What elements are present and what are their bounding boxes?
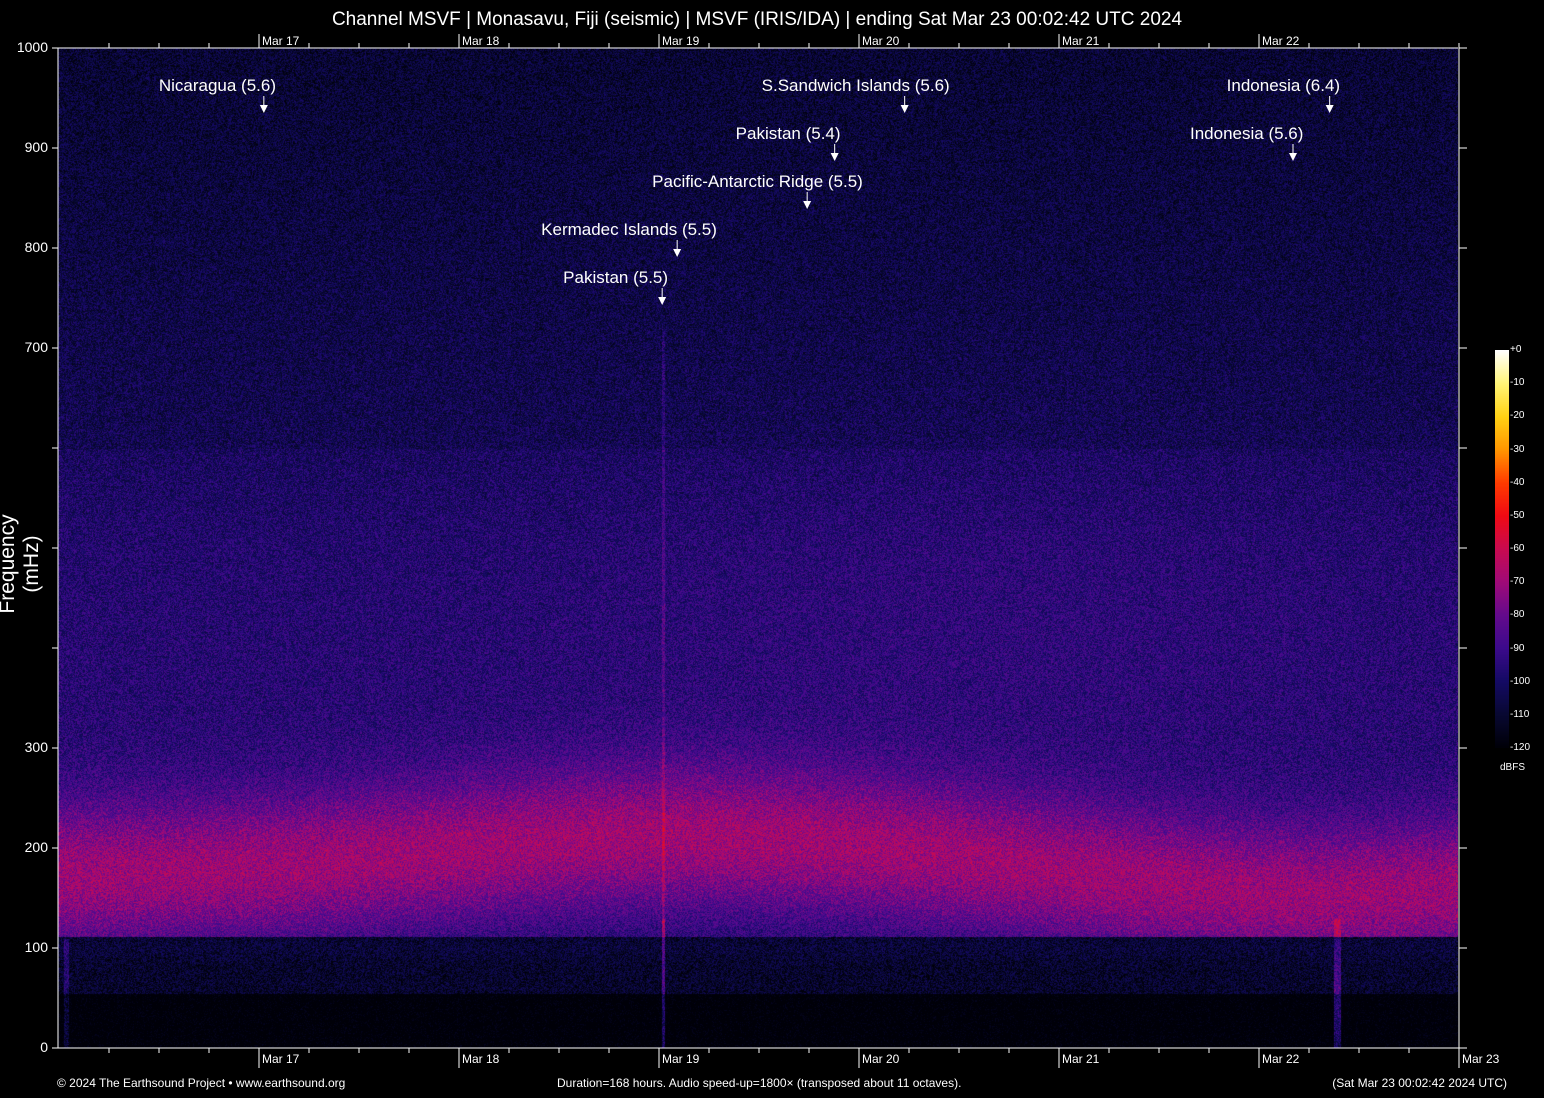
footer-copyright: © 2024 The Earthsound Project • www.eart… [57,1076,345,1090]
y-tick-label: 300 [2,739,48,755]
y-tick-label: 100 [2,939,48,955]
x-tick-label: Mar 23 [1462,1052,1499,1066]
x-tick-label-top: Mar 17 [262,34,299,48]
event-arrow-icon [831,153,839,161]
x-tick-label: Mar 20 [862,1052,899,1066]
event-label: Indonesia (5.6) [1190,124,1303,144]
colorbar-tick-label: -60 [1510,543,1524,554]
colorbar-tick-label: -120 [1510,742,1530,753]
colorbar-tick-label: -90 [1510,643,1524,654]
event-label: Pakistan (5.4) [736,124,841,144]
x-tick-label: Mar 18 [462,1052,499,1066]
event-arrow-icon [673,249,681,257]
colorbar [1495,350,1509,748]
event-label: Pakistan (5.5) [563,268,668,288]
event-arrow-icon [901,105,909,113]
axes [0,0,1544,1098]
event-label: Pacific-Antarctic Ridge (5.5) [652,172,863,192]
x-tick-label: Mar 21 [1062,1052,1099,1066]
colorbar-tick-label: +0 [1510,344,1521,355]
event-label: Indonesia (6.4) [1227,76,1340,96]
event-arrow-icon [1326,105,1334,113]
event-label: Nicaragua (5.6) [159,76,276,96]
y-tick-label: 800 [2,239,48,255]
event-arrow-icon [803,201,811,209]
x-tick-label-top: Mar 18 [462,34,499,48]
event-arrow-icon [260,105,268,113]
event-arrow-icon [658,297,666,305]
event-arrow-icon [1289,153,1297,161]
event-label: S.Sandwich Islands (5.6) [762,76,950,96]
colorbar-tick-label: -80 [1510,609,1524,620]
x-tick-label-top: Mar 22 [1262,34,1299,48]
colorbar-tick-label: -40 [1510,477,1524,488]
y-tick-label: 700 [2,339,48,355]
y-tick-label: 900 [2,139,48,155]
x-tick-label: Mar 17 [262,1052,299,1066]
y-tick-label: 1000 [2,39,48,55]
footer-timestamp: (Sat Mar 23 00:02:42 2024 UTC) [1332,1076,1507,1090]
colorbar-tick-label: -70 [1510,576,1524,587]
x-tick-label: Mar 19 [662,1052,699,1066]
x-tick-label-top: Mar 19 [662,34,699,48]
y-tick-label: 200 [2,839,48,855]
colorbar-tick-label: -100 [1510,676,1530,687]
x-tick-label-top: Mar 21 [1062,34,1099,48]
colorbar-tick-label: -110 [1510,709,1529,720]
event-label: Kermadec Islands (5.5) [541,220,717,240]
x-tick-label: Mar 22 [1262,1052,1299,1066]
colorbar-tick-label: -30 [1510,444,1524,455]
footer-info: Duration=168 hours. Audio speed-up=1800×… [557,1076,961,1090]
colorbar-tick-label: -50 [1510,510,1524,521]
y-tick-label: 0 [2,1039,48,1055]
colorbar-tick-label: -20 [1510,410,1524,421]
colorbar-tick-label: -10 [1510,377,1524,388]
x-tick-label-top: Mar 20 [862,34,899,48]
colorbar-unit-label: dBFS [1500,762,1525,773]
